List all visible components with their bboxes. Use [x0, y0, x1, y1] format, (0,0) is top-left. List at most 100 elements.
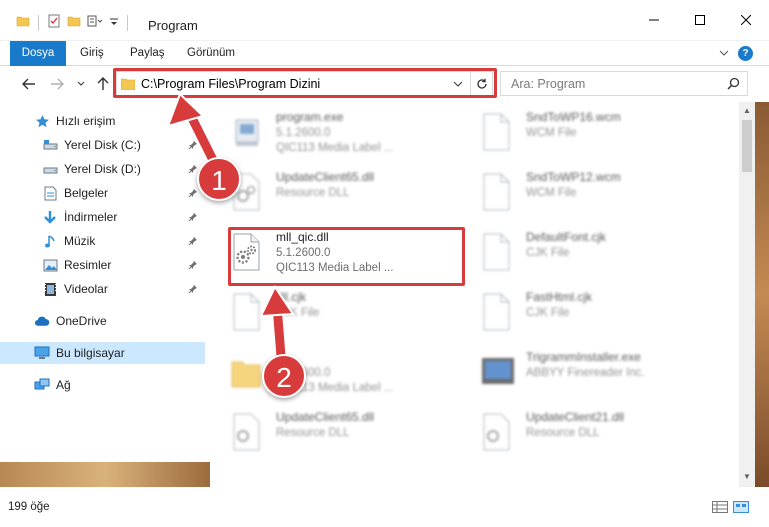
chevron-down-icon[interactable]: [109, 16, 119, 30]
file-type: WCM File: [526, 127, 577, 139]
file-tile[interactable]: SndToWP16.wcm WCM File: [460, 106, 700, 162]
maximize-button[interactable]: [677, 0, 723, 40]
details-view-icon[interactable]: [712, 501, 728, 513]
file-description: ABBYY Finereader Inc.: [526, 367, 645, 379]
sidebar-item-documents[interactable]: Belgeler: [0, 182, 205, 204]
pin-icon[interactable]: [188, 211, 198, 225]
refresh-button[interactable]: [470, 72, 492, 95]
file-tile[interactable]: UpdateClient21.dll Resource DLL: [460, 406, 700, 462]
dll-icon: [230, 232, 262, 272]
sidebar-item-music[interactable]: Müzik: [0, 230, 205, 252]
large-icons-view-icon[interactable]: [733, 501, 749, 513]
properties-icon[interactable]: [47, 14, 61, 31]
star-icon: [34, 113, 50, 129]
up-button[interactable]: [94, 75, 112, 93]
help-icon[interactable]: ?: [738, 46, 753, 61]
scrollbar-thumb[interactable]: [742, 120, 752, 172]
folder-icon[interactable]: [16, 14, 30, 31]
file-tile[interactable]: FastHtml.cjk CJK File: [460, 286, 700, 342]
sidebar-item-local-disk-c[interactable]: Yerel Disk (C:): [0, 134, 205, 156]
scroll-up-icon[interactable]: ▲: [743, 106, 751, 115]
chevron-down-icon[interactable]: [453, 78, 463, 92]
vertical-scrollbar[interactable]: ▲ ▼: [739, 102, 755, 487]
sidebar-item-onedrive[interactable]: OneDrive: [0, 310, 205, 332]
file-name: UpdateClient65.dll: [276, 170, 375, 184]
file-description: QIC113 Media Label ...: [276, 142, 394, 154]
pin-icon[interactable]: [188, 187, 198, 201]
sidebar-item-local-disk-d[interactable]: Yerel Disk (D:): [0, 158, 205, 180]
file-version: 5.1.2600.0: [276, 247, 331, 259]
desktop-background: [0, 462, 210, 487]
file-name: dll.cjk: [276, 290, 307, 304]
sidebar-item-pictures[interactable]: Resimler: [0, 254, 205, 276]
address-path[interactable]: C:\Program Files\Program Dizini: [141, 77, 320, 91]
desktop-background: [755, 102, 769, 487]
file-version: 5.1.2600.0: [276, 127, 331, 139]
file-tile[interactable]: SndToWP12.wcm WCM File: [460, 166, 700, 222]
quick-access-toolbar: [16, 14, 130, 31]
pin-icon[interactable]: [188, 259, 198, 273]
search-icon[interactable]: [727, 77, 740, 93]
music-icon: [42, 233, 58, 249]
scroll-down-icon[interactable]: ▼: [743, 472, 751, 481]
title-bar: Program: [0, 0, 769, 41]
file-tile[interactable]: UpdateClient65.dll Resource DLL: [210, 406, 450, 462]
customize-icon[interactable]: [87, 15, 103, 30]
file-name: DefaultFont.cjk: [526, 230, 607, 244]
network-icon: [34, 377, 50, 393]
tab-view[interactable]: Görünüm: [187, 41, 235, 66]
pin-icon[interactable]: [188, 139, 198, 153]
tab-home[interactable]: Giriş: [80, 41, 104, 66]
file-list: program.exe 5.1.2600.0 QIC113 Media Labe…: [210, 102, 740, 462]
file-tile[interactable]: dll.cjk CJK File: [210, 286, 450, 342]
file-tile[interactable]: UpdateClient65.dll Resource DLL: [210, 166, 450, 222]
pin-icon[interactable]: [188, 235, 198, 249]
file-name: SndToWP12.wcm: [526, 170, 621, 184]
sidebar-item-quick-access[interactable]: Hızlı erişim: [0, 110, 205, 132]
file-tile[interactable]: TrigrammInstaller.exe ABBYY Finereader I…: [460, 346, 700, 402]
pictures-icon: [42, 257, 58, 273]
new-folder-icon[interactable]: [67, 14, 81, 31]
sidebar-item-label: Yerel Disk (D:): [64, 162, 141, 176]
drive-icon: [42, 137, 58, 153]
sidebar-item-downloads[interactable]: İndirmeler: [0, 206, 205, 228]
sidebar-item-videos[interactable]: Videolar: [0, 278, 205, 300]
file-icon: [480, 292, 512, 332]
file-type: CJK File: [526, 247, 570, 259]
forward-button[interactable]: [48, 75, 66, 93]
sidebar-item-this-pc[interactable]: Bu bilgisayar: [0, 342, 205, 364]
sidebar-item-label: Yerel Disk (C:): [64, 138, 141, 152]
close-button[interactable]: [723, 0, 769, 40]
videos-icon: [42, 281, 58, 297]
file-tile[interactable]: 5.1.2600.0 QIC113 Media Label ...: [210, 346, 450, 402]
folder-icon: [230, 352, 262, 392]
dll-icon: [230, 412, 262, 452]
file-tile-mll-qic[interactable]: mll_qic.dll 5.1.2600.0 QIC113 Media Labe…: [210, 226, 450, 282]
file-tile[interactable]: program.exe 5.1.2600.0 QIC113 Media Labe…: [210, 106, 450, 162]
expand-ribbon-icon[interactable]: [719, 47, 729, 61]
back-button[interactable]: [20, 75, 38, 93]
file-type: WCM File: [526, 187, 577, 199]
file-tile[interactable]: DefaultFont.cjk CJK File: [460, 226, 700, 282]
recent-locations-button[interactable]: [72, 75, 90, 93]
item-count: 199 öğe: [8, 501, 50, 513]
minimize-button[interactable]: [631, 0, 677, 40]
tab-file[interactable]: Dosya: [10, 41, 66, 66]
address-bar[interactable]: C:\Program Files\Program Dizini: [116, 71, 493, 96]
sidebar-item-network[interactable]: Ağ: [0, 374, 205, 396]
dll-icon: [480, 412, 512, 452]
file-type: Resource DLL: [276, 427, 350, 439]
file-name: mll_qic.dll: [276, 230, 329, 244]
file-name: program.exe: [276, 110, 344, 124]
file-type: Resource DLL: [526, 427, 600, 439]
installer-icon: [480, 352, 514, 392]
sidebar-item-label: Videolar: [64, 282, 108, 296]
tab-share[interactable]: Paylaş: [130, 41, 165, 66]
pin-icon[interactable]: [188, 283, 198, 297]
file-type: CJK File: [526, 307, 570, 319]
search-input[interactable]: Ara: Program: [511, 77, 585, 91]
sidebar-item-label: Belgeler: [64, 186, 109, 200]
search-box[interactable]: Ara: Program: [500, 71, 748, 96]
cloud-icon: [34, 313, 50, 329]
computer-icon: [34, 345, 50, 361]
